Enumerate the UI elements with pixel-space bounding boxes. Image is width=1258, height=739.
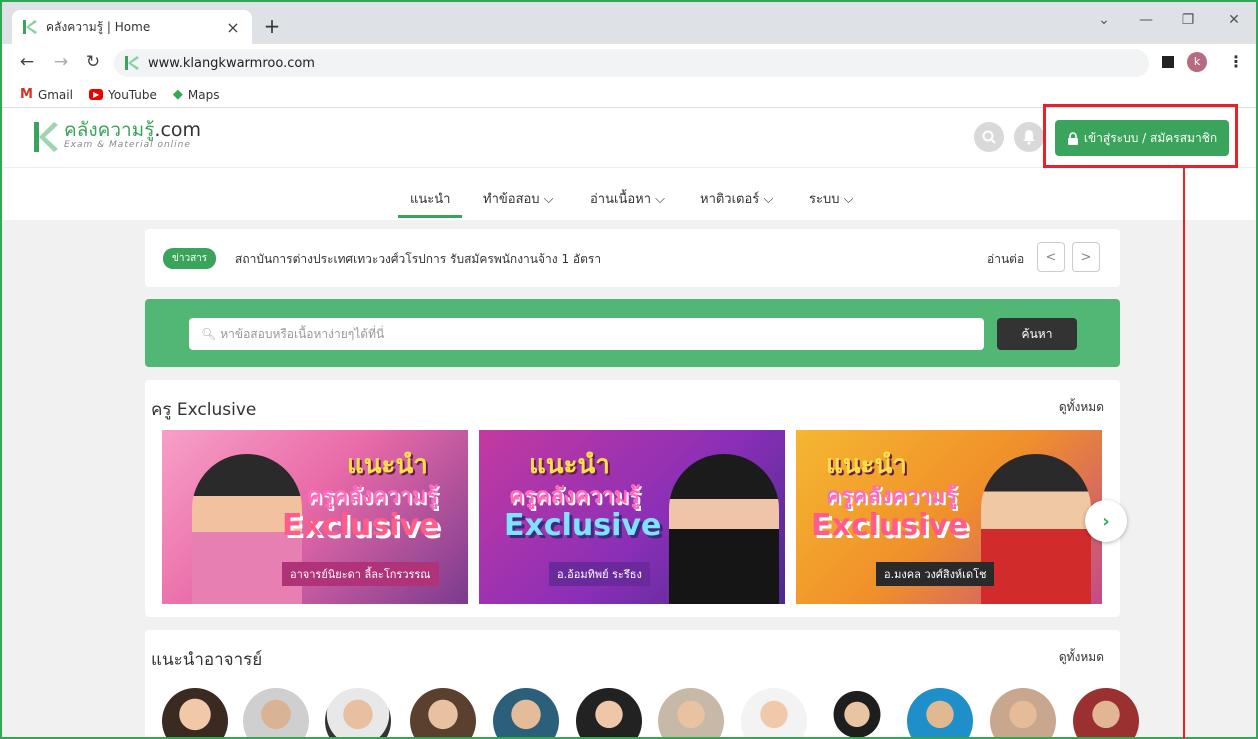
teacher-avatar[interactable] [576,688,642,737]
teacher-avatar[interactable] [410,688,476,737]
teacher-avatar[interactable] [325,688,391,737]
bookmark-youtube[interactable]: ▶ YouTube [88,87,157,102]
search-panel: 🔍︎ หาข้อสอบหรือเนื้อหาง่ายๆได้ที่นี่ ค้น… [145,299,1120,367]
bookmark-label: Maps [187,87,220,102]
teacher-avatar[interactable] [907,688,973,737]
minimize-icon[interactable]: — [1132,12,1160,28]
exclusive-banner[interactable]: แนะนำ ครูคลังความรู้ Exclusive อ.มงคล วง… [796,430,1102,604]
tab-title: คลังความรู้ | Home [46,19,151,34]
exclusive-banner[interactable]: แนะนำ ครูคลังความรู้ Exclusive อ.อ้อมทิพ… [479,430,785,604]
banner-teacher-name: อาจารย์นิยะดา ลี้ละโกรวรรณ [282,562,439,586]
logo-k-icon [34,122,58,152]
bookmark-maps[interactable]: ◆ Maps [173,87,220,102]
menu-item-read[interactable]: อ่านเนื้อหา ⌵ [590,188,665,209]
news-ticker: ข่าวสาร สถาบันการต่างประเทศเทวะวงศ์วโรปก… [145,229,1120,287]
youtube-icon: ▶ [88,89,104,100]
section-title: แนะนำอาจารย์ [151,650,263,670]
bookmark-label: YouTube [108,87,157,102]
bell-icon[interactable] [1014,122,1044,152]
teacher-avatar[interactable] [493,688,559,737]
brand-suffix: .com [154,119,202,141]
tab-bar: คลังความรู้ | Home × + ⌄ — ❐ ✕ [2,2,1256,44]
site-logo[interactable]: คลังความรู้.com Exam & Material online [32,120,201,154]
menu-item-recommend[interactable]: แนะนำ [397,188,464,218]
tab-close-icon[interactable]: × [224,18,242,37]
banner-teacher-name: อ.มงคล วงศ์สิงห์เดโช [876,562,995,586]
menu-kebab-icon[interactable]: ⋮ [1228,52,1244,71]
banner-line3: Exclusive [811,508,969,543]
news-prev-button[interactable]: < [1037,242,1065,272]
teacher-photo [669,454,779,604]
main-menu: แนะนำ ทำข้อสอบ ⌵ อ่านเนื้อหา ⌵ หาติวเตอร… [2,168,1256,220]
news-headline[interactable]: สถาบันการต่างประเทศเทวะวงศ์วโรปการ รับสม… [235,250,601,269]
address-bar[interactable]: www.klangkwarmroo.com [114,49,1149,77]
teacher-photo [981,454,1091,604]
highlight-box [1043,104,1238,168]
search-placeholder: หาข้อสอบหรือเนื้อหาง่ายๆได้ที่นี่ [220,326,385,341]
reload-icon[interactable]: ↻ [82,52,104,72]
teacher-avatar[interactable] [243,688,309,737]
annotation-line [1183,168,1185,739]
search-button[interactable]: ค้นหา [997,318,1077,350]
site-favicon-icon [23,20,37,34]
chevron-down-icon: ⌵ [655,192,666,207]
site-favicon-icon [125,56,139,70]
read-more-link[interactable]: อ่านต่อ [987,250,1024,269]
restore-icon[interactable]: ❐ [1174,12,1202,28]
menu-item-exam[interactable]: ทำข้อสอบ ⌵ [483,188,554,209]
banner-line3: Exclusive [282,508,440,543]
maps-icon: ◆ [172,87,183,102]
news-next-button[interactable]: > [1072,242,1100,272]
exclusive-banner[interactable]: แนะนำ ครูคลังความรู้ Exclusive อาจารย์นิ… [162,430,468,604]
see-all-link[interactable]: ดูทั้งหมด [1059,398,1104,417]
chevron-down-icon: ⌵ [843,192,854,207]
teacher-avatar[interactable] [990,688,1056,737]
brand-name: คลังความรู้ [64,119,155,141]
menu-label: ระบบ [809,192,840,207]
teacher-avatar[interactable] [1073,688,1139,737]
browser-tab[interactable]: คลังความรู้ | Home × [12,10,252,44]
search-icon: 🔍︎ [201,327,217,341]
teacher-avatar[interactable] [741,688,807,737]
side-panel-icon[interactable] [1162,56,1174,68]
brand-tagline: Exam & Material online [64,140,191,150]
news-badge: ข่าวสาร [163,248,217,269]
teacher-avatar[interactable] [824,688,890,737]
close-window-icon[interactable]: ✕ [1220,12,1248,28]
url-text: www.klangkwarmroo.com [148,55,315,71]
profile-avatar[interactable]: k [1187,52,1207,72]
menu-label: อ่านเนื้อหา [590,192,652,207]
tab-search-icon[interactable]: ⌄ [1090,12,1118,28]
teachers-section: แนะนำอาจารย์ ดูทั้งหมด [145,630,1139,737]
teacher-avatar[interactable] [658,688,724,737]
toolbar: ← → ↻ www.klangkwarmroo.com k ⋮ [2,44,1256,82]
forward-icon[interactable]: → [50,52,72,72]
carousel-next-button[interactable]: › [1085,500,1127,542]
menu-label: ทำข้อสอบ [483,192,540,207]
gmail-icon: M [20,87,33,102]
chevron-down-icon: ⌵ [763,192,774,207]
new-tab-button[interactable]: + [260,14,284,38]
chevron-down-icon: ⌵ [543,192,554,207]
menu-item-system[interactable]: ระบบ ⌵ [809,188,853,209]
menu-item-tutor[interactable]: หาติวเตอร์ ⌵ [700,188,773,209]
banner-teacher-name: อ.อ้อมทิพย์ ระรึธง [549,562,650,586]
banner-line3: Exclusive [504,508,662,543]
search-icon[interactable] [974,122,1004,152]
back-icon[interactable]: ← [16,52,38,72]
section-title: ครู Exclusive [151,400,257,420]
bookmark-label: Gmail [37,87,73,102]
see-all-link[interactable]: ดูทั้งหมด [1059,648,1104,667]
menu-label: แนะนำ [410,192,451,207]
search-input[interactable]: 🔍︎ หาข้อสอบหรือเนื้อหาง่ายๆได้ที่นี่ [189,318,984,350]
bookmark-gmail[interactable]: M Gmail [20,87,73,102]
exclusive-section: ครู Exclusive ดูทั้งหมด แนะนำ ครูคลังควา… [145,380,1127,617]
teacher-avatar[interactable] [162,688,228,737]
menu-label: หาติวเตอร์ [700,192,760,207]
